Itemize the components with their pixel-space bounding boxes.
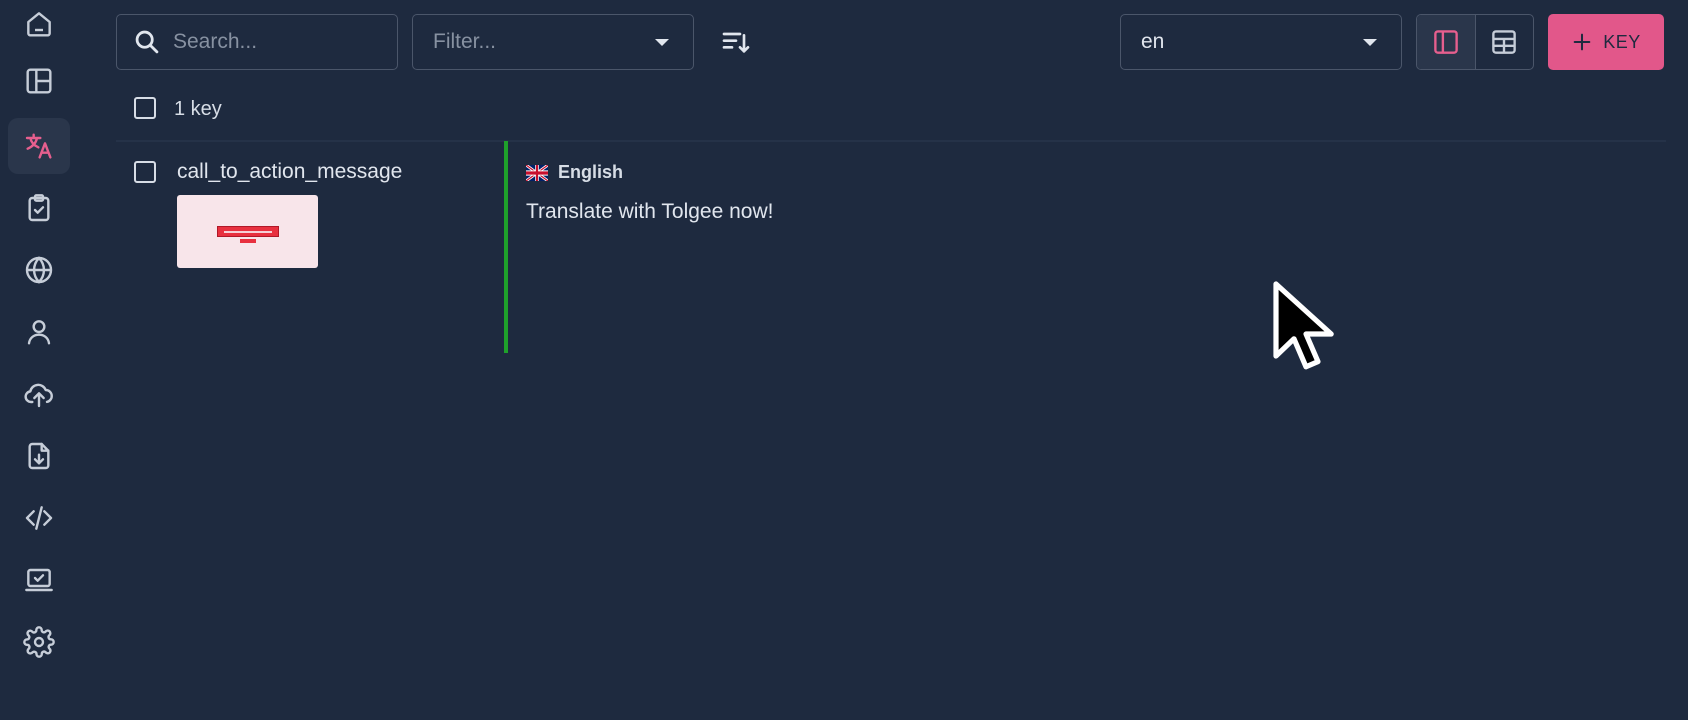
sidebar-item-export[interactable] xyxy=(8,428,70,484)
key-count: 1 key xyxy=(174,98,222,120)
caret-down-icon xyxy=(1363,39,1377,46)
select-all-checkbox[interactable] xyxy=(134,97,156,119)
language-name: English xyxy=(558,162,624,182)
members-icon xyxy=(27,320,51,345)
dashboard-icon xyxy=(26,68,52,94)
list-view-button[interactable] xyxy=(1417,15,1475,69)
search-input[interactable] xyxy=(173,30,393,54)
caret-down-icon xyxy=(655,39,669,46)
language-header: English xyxy=(526,162,623,183)
sidebar-item-dashboard[interactable] xyxy=(8,53,70,109)
sidebar-item-developer[interactable] xyxy=(8,490,70,546)
sidebar-item-members[interactable] xyxy=(8,304,70,360)
cloud-upload-icon xyxy=(24,383,53,408)
translation-state-bar xyxy=(504,141,508,353)
table-view-button[interactable] xyxy=(1474,15,1533,69)
sort-icon xyxy=(722,32,750,53)
home-icon xyxy=(27,12,51,37)
search-box[interactable] xyxy=(116,14,398,70)
sidebar-item-import[interactable] xyxy=(8,366,70,422)
sidebar-item-integrate[interactable] xyxy=(8,552,70,608)
languages-icon xyxy=(25,256,53,284)
sort-button[interactable] xyxy=(716,22,756,62)
view-toggle xyxy=(1416,14,1534,70)
screenshot-thumbnail[interactable] xyxy=(177,195,318,268)
filter-placeholder: Filter... xyxy=(433,30,497,53)
table-view-icon xyxy=(1492,30,1517,54)
language-select[interactable]: en xyxy=(1120,14,1402,70)
filter-select[interactable]: Filter... xyxy=(412,14,694,70)
screenshot-detail xyxy=(240,239,256,243)
search-icon xyxy=(135,30,159,54)
list-view-icon xyxy=(1434,30,1458,54)
add-key-button[interactable]: KEY xyxy=(1548,14,1664,70)
translation-text[interactable]: Translate with Tolgee now! xyxy=(526,200,773,224)
sidebar xyxy=(0,0,78,720)
divider xyxy=(116,140,1666,142)
laptop-check-icon xyxy=(25,568,53,592)
screenshot-highlight xyxy=(217,226,279,237)
code-icon xyxy=(25,506,53,530)
plus-icon xyxy=(1573,33,1591,51)
sidebar-item-tasks[interactable] xyxy=(8,180,70,236)
gear-icon xyxy=(23,626,55,658)
file-download-icon xyxy=(28,442,50,470)
add-key-label: KEY xyxy=(1603,31,1641,52)
mouse-cursor-icon xyxy=(1273,281,1334,370)
sidebar-item-home[interactable] xyxy=(8,0,70,52)
uk-flag-icon xyxy=(526,164,548,181)
tasks-icon xyxy=(28,194,50,222)
key-name[interactable]: call_to_action_message xyxy=(177,160,402,184)
sidebar-item-settings[interactable] xyxy=(8,614,70,670)
language-select-value: en xyxy=(1141,30,1165,53)
sidebar-item-translations[interactable] xyxy=(8,118,70,174)
sidebar-item-languages[interactable] xyxy=(8,242,70,298)
translations-icon xyxy=(25,133,52,159)
row-checkbox[interactable] xyxy=(134,161,156,183)
